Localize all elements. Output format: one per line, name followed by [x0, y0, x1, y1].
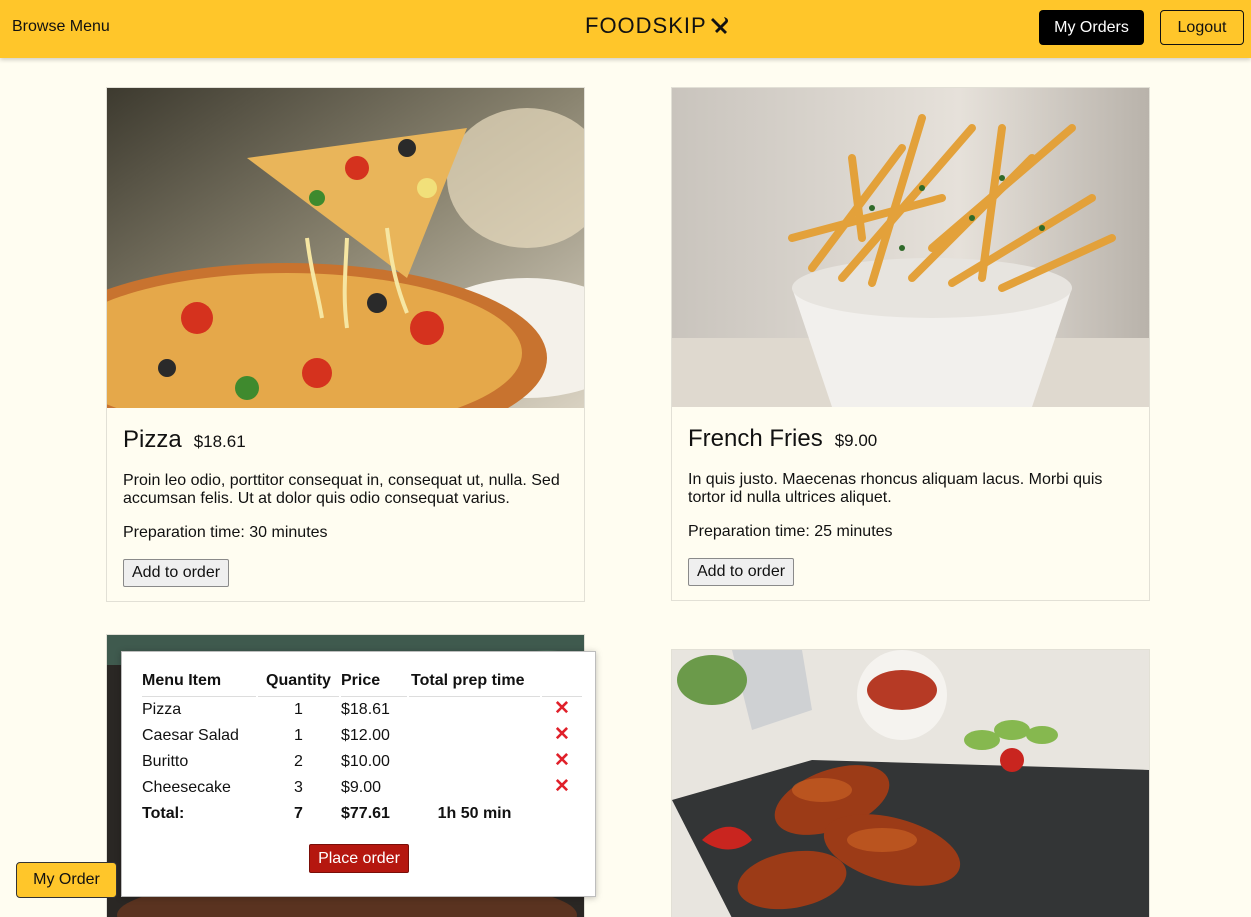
menu-card-french-fries: French Fries $9.00 In quis justo. Maecen…	[671, 87, 1150, 601]
order-item-name: Buritto	[142, 753, 189, 770]
remove-item-icon[interactable]: ✕	[554, 725, 570, 744]
order-item-quantity: 3	[294, 779, 303, 796]
total-quantity: 7	[294, 805, 303, 822]
column-header-total-prep-time: Total prep time	[409, 670, 540, 697]
table-row: Pizza 1 $18.61 ✕	[142, 697, 582, 723]
order-item-quantity: 2	[294, 753, 303, 770]
utensils-icon	[710, 17, 728, 34]
table-row: Caesar Salad 1 $12.00 ✕	[142, 723, 582, 749]
menu-item-description: In quis justo. Maecenas rhoncus aliquam …	[688, 471, 1103, 506]
menu-card-pizza: Pizza $18.61 Proin leo odio, porttitor c…	[106, 87, 585, 602]
brand-name: FOODSKIP	[585, 13, 707, 38]
menu-card-chicken-wings	[671, 649, 1150, 917]
remove-item-icon[interactable]: ✕	[554, 751, 570, 770]
menu-item-description: Proin leo odio, porttitor consequat in, …	[123, 472, 560, 507]
total-prep-time: 1h 50 min	[437, 805, 512, 822]
menu-item-prep-time: Preparation time: 30 minutes	[123, 524, 328, 541]
add-to-order-button[interactable]: Add to order	[688, 558, 795, 586]
total-label: Total:	[142, 805, 185, 822]
order-item-price: $10.00	[341, 753, 390, 770]
menu-item-prep-time: Preparation time: 25 minutes	[688, 523, 893, 540]
total-row: Total: 7 $77.61 1h 50 min	[142, 801, 582, 827]
order-item-price: $12.00	[341, 727, 390, 744]
menu-item-name: French Fries	[688, 425, 823, 452]
remove-item-icon[interactable]: ✕	[554, 777, 570, 796]
order-summary-popup: Menu Item Quantity Price Total prep time…	[121, 651, 596, 897]
table-row: Cheesecake 3 $9.00 ✕	[142, 775, 582, 801]
add-to-order-button[interactable]: Add to order	[123, 559, 230, 587]
order-item-price: $18.61	[341, 701, 390, 718]
menu-item-name: Pizza	[123, 426, 182, 453]
my-orders-button[interactable]: My Orders	[1039, 10, 1144, 45]
order-item-quantity: 1	[294, 701, 303, 718]
order-table: Menu Item Quantity Price Total prep time…	[140, 670, 584, 827]
brand-logo[interactable]: FOODSKIP	[585, 13, 730, 39]
column-header-menu-item: Menu Item	[142, 670, 256, 697]
menu-item-price: $9.00	[834, 431, 878, 450]
column-header-quantity: Quantity	[258, 670, 339, 697]
table-row: Buritto 2 $10.00 ✕	[142, 749, 582, 775]
logout-button[interactable]: Logout	[1160, 10, 1244, 45]
order-item-name: Caesar Salad	[142, 727, 239, 744]
my-order-button[interactable]: My Order	[16, 862, 117, 898]
remove-item-icon[interactable]: ✕	[554, 699, 570, 718]
order-item-name: Pizza	[142, 701, 182, 718]
browse-menu-link[interactable]: Browse Menu	[12, 18, 110, 36]
order-item-name: Cheesecake	[142, 779, 231, 796]
chicken-wings-photo	[672, 650, 1149, 917]
menu-item-price: $18.61	[193, 432, 246, 451]
total-price: $77.61	[341, 805, 390, 822]
column-header-price: Price	[341, 670, 407, 697]
order-item-quantity: 1	[294, 727, 303, 744]
pizza-photo	[107, 88, 584, 408]
fries-photo	[672, 88, 1149, 407]
top-navbar: Browse Menu FOODSKIP My Orders Logout	[0, 0, 1251, 58]
order-item-price: $9.00	[341, 779, 382, 796]
place-order-button[interactable]: Place order	[309, 844, 409, 873]
